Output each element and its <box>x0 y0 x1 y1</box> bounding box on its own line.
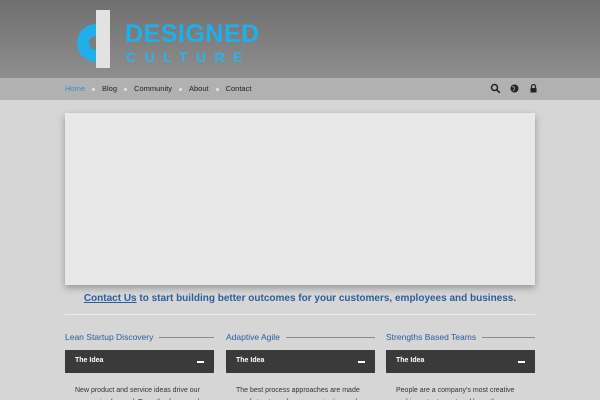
logo-subtitle: CULTURE <box>126 49 251 65</box>
section-divider <box>65 314 535 315</box>
collapse-icon[interactable] <box>197 361 204 363</box>
column-lean-startup: Lean Startup Discovery The Idea New prod… <box>65 331 214 400</box>
column-title: Lean Startup Discovery <box>65 332 154 342</box>
accordion-label: The Idea <box>236 357 265 364</box>
nav-item-about[interactable]: About <box>189 78 209 100</box>
nav-separator <box>215 87 219 91</box>
nav-item-home[interactable]: Home <box>65 78 85 100</box>
logo-title: DESIGNED <box>125 20 260 48</box>
main-nav: Home Blog Community About Contact <box>65 78 251 100</box>
column-title: Adaptive Agile <box>226 332 280 342</box>
column-header: Strengths Based Teams <box>386 331 535 343</box>
column-title-rule <box>159 336 214 338</box>
site-header: DESIGNED CULTURE <box>0 0 600 78</box>
main-navbar: Home Blog Community About Contact <box>0 78 600 100</box>
collapse-icon[interactable] <box>358 361 365 363</box>
search-icon[interactable] <box>490 83 501 94</box>
accordion-body: People are a company's most creative and… <box>396 387 515 400</box>
nav-separator <box>92 87 96 91</box>
accordion-header[interactable]: The Idea <box>226 350 375 373</box>
lock-icon[interactable] <box>528 83 539 94</box>
site-logo[interactable]: DESIGNED CULTURE <box>68 10 268 70</box>
accordion-header[interactable]: The Idea <box>386 350 535 373</box>
column-header: Lean Startup Discovery <box>65 331 214 343</box>
nav-item-blog[interactable]: Blog <box>102 78 117 100</box>
accordion-body: The best process approaches are made up … <box>236 387 360 400</box>
column-title-rule <box>285 336 375 338</box>
column-header: Adaptive Agile <box>226 331 375 343</box>
logo-mark-icon <box>77 10 110 68</box>
column-strengths-teams: Strengths Based Teams The Idea People ar… <box>386 331 535 400</box>
column-title-rule <box>482 336 535 338</box>
contact-us-link[interactable]: Contact Us <box>84 293 137 304</box>
nav-item-community[interactable]: Community <box>134 78 172 100</box>
nav-separator <box>124 87 128 91</box>
nav-item-contact[interactable]: Contact <box>226 78 252 100</box>
accordion-header[interactable]: The Idea <box>65 350 214 373</box>
collapse-icon[interactable] <box>518 361 525 363</box>
column-title: Strengths Based Teams <box>386 332 477 342</box>
accordion-label: The Idea <box>396 357 425 364</box>
globe-icon[interactable] <box>509 83 520 94</box>
accordion-body: New product and service ideas drive our … <box>75 387 200 400</box>
column-adaptive-agile: Adaptive Agile The Idea The best process… <box>226 331 375 400</box>
hero-banner <box>65 113 535 285</box>
cta-text: to start building better outcomes for yo… <box>136 293 517 304</box>
nav-icon-group <box>490 83 539 94</box>
contact-cta: Contact Us to start building better outc… <box>65 293 535 304</box>
nav-separator <box>178 87 182 91</box>
accordion-label: The Idea <box>75 357 104 364</box>
